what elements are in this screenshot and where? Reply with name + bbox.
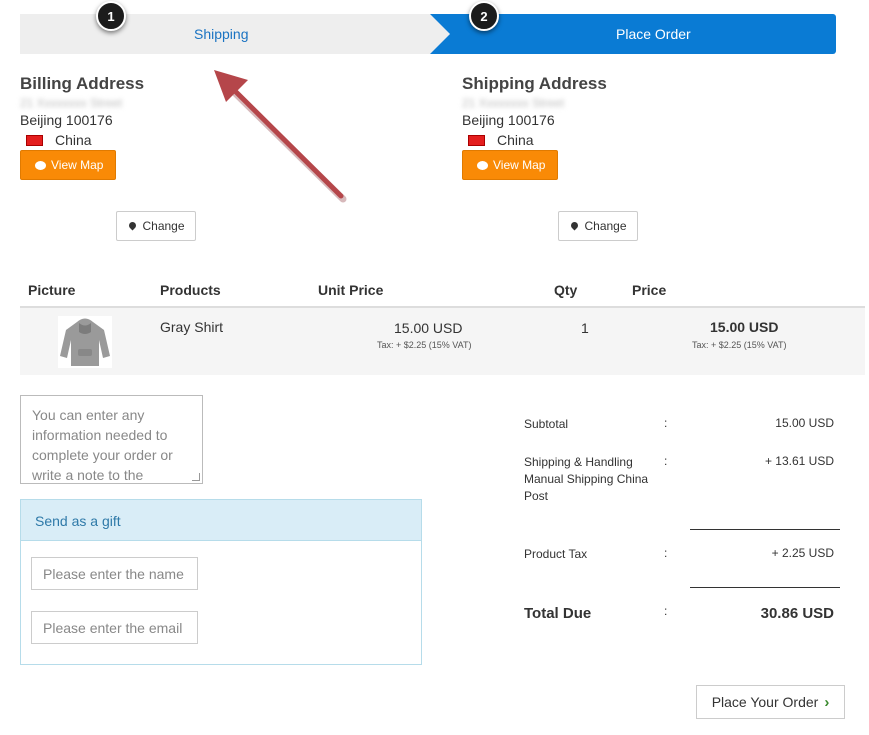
billing-change-button[interactable]: Change (116, 211, 196, 241)
line-price-tax: Tax: + $2.25 (15% VAT) (692, 340, 787, 350)
view-map-label: View Map (493, 158, 546, 172)
colon: : (664, 546, 668, 560)
tax-label: Product Tax (524, 547, 588, 561)
change-label: Change (584, 219, 627, 233)
order-note-textarea[interactable]: You can enter any information needed to … (20, 395, 203, 484)
change-label: Change (142, 219, 185, 233)
colon: : (664, 454, 668, 468)
shipping-city: Beijing 100176 (462, 112, 555, 128)
order-items-table: Picture Products Unit Price Qty Price Gr… (20, 270, 865, 375)
header-picture: Picture (28, 282, 76, 298)
shipping-value: + 13.61 USD (764, 454, 834, 468)
shipping-country: China (468, 132, 762, 148)
gift-email-input[interactable] (31, 611, 198, 644)
unit-price: 15.00 USD (394, 320, 463, 336)
billing-country-label: China (55, 132, 92, 148)
header-products: Products (160, 282, 221, 298)
shipping-view-map-button[interactable]: View Map (462, 150, 559, 180)
china-flag-icon (468, 134, 485, 146)
colon: : (664, 604, 668, 618)
table-row: Gray Shirt 15.00 USD Tax: + $2.25 (15% V… (20, 308, 865, 375)
step-number-badge: 2 (469, 1, 499, 31)
comment-icon (477, 160, 488, 170)
table-header: Picture Products Unit Price Qty Price (20, 270, 865, 308)
resize-handle-icon[interactable] (192, 473, 200, 481)
header-price: Price (632, 282, 667, 298)
step-number-badge: 1 (96, 1, 126, 31)
step-place-order-label: Place Order (616, 26, 691, 42)
subtotal-value: 15.00 USD (775, 416, 834, 430)
shipping-label: Shipping & Handling Manual Shipping Chin… (524, 455, 649, 503)
map-pin-icon (128, 220, 138, 230)
shipping-address-title: Shipping Address (462, 74, 607, 93)
header-qty: Qty (554, 282, 578, 298)
annotation-arrow-icon (214, 70, 347, 203)
china-flag-icon (26, 134, 43, 146)
total-label: Total Due (524, 605, 592, 622)
total-value: 30.86 USD (760, 605, 834, 622)
step-shipping-label: Shipping (194, 26, 249, 42)
chevron-right-icon: › (824, 693, 830, 711)
shipping-change-button[interactable]: Change (558, 211, 638, 241)
order-note-placeholder: You can enter any information needed to … (32, 407, 173, 483)
header-unit-price: Unit Price (318, 282, 384, 298)
unit-price-tax: Tax: + $2.25 (15% VAT) (377, 340, 472, 350)
checkout-steps: Shipping Place Order 1 2 (20, 1, 836, 54)
shipping-country-label: China (497, 132, 534, 148)
billing-view-map-button[interactable]: View Map (20, 150, 117, 180)
shipping-street-blurred: 21 Xxxxxxxx Street (462, 96, 565, 110)
product-thumbnail-hoodie[interactable] (58, 316, 112, 368)
subtotal-label: Subtotal (524, 417, 569, 431)
billing-street-blurred: 21 Xxxxxxxx Street (20, 96, 123, 110)
place-your-order-label: Place Your Order (711, 694, 819, 710)
gift-panel-title: Send as a gift (21, 500, 421, 541)
product-name[interactable]: Gray Shirt (160, 319, 223, 335)
gift-panel: Send as a gift (20, 499, 422, 665)
place-your-order-button[interactable]: Place Your Order › (696, 685, 845, 719)
tax-value: + 2.25 USD (771, 546, 834, 560)
view-map-label: View Map (51, 158, 104, 172)
comment-icon (35, 160, 46, 170)
divider (690, 529, 840, 530)
quantity: 1 (581, 320, 589, 336)
map-pin-icon (570, 220, 580, 230)
colon: : (664, 416, 668, 430)
shipping-address: Shipping Address 21 Xxxxxxxx Street Beij… (462, 74, 762, 241)
step-shipping[interactable]: Shipping (20, 14, 450, 54)
line-price: 15.00 USD (710, 319, 779, 335)
gift-name-input[interactable] (31, 557, 198, 590)
divider (690, 587, 840, 588)
